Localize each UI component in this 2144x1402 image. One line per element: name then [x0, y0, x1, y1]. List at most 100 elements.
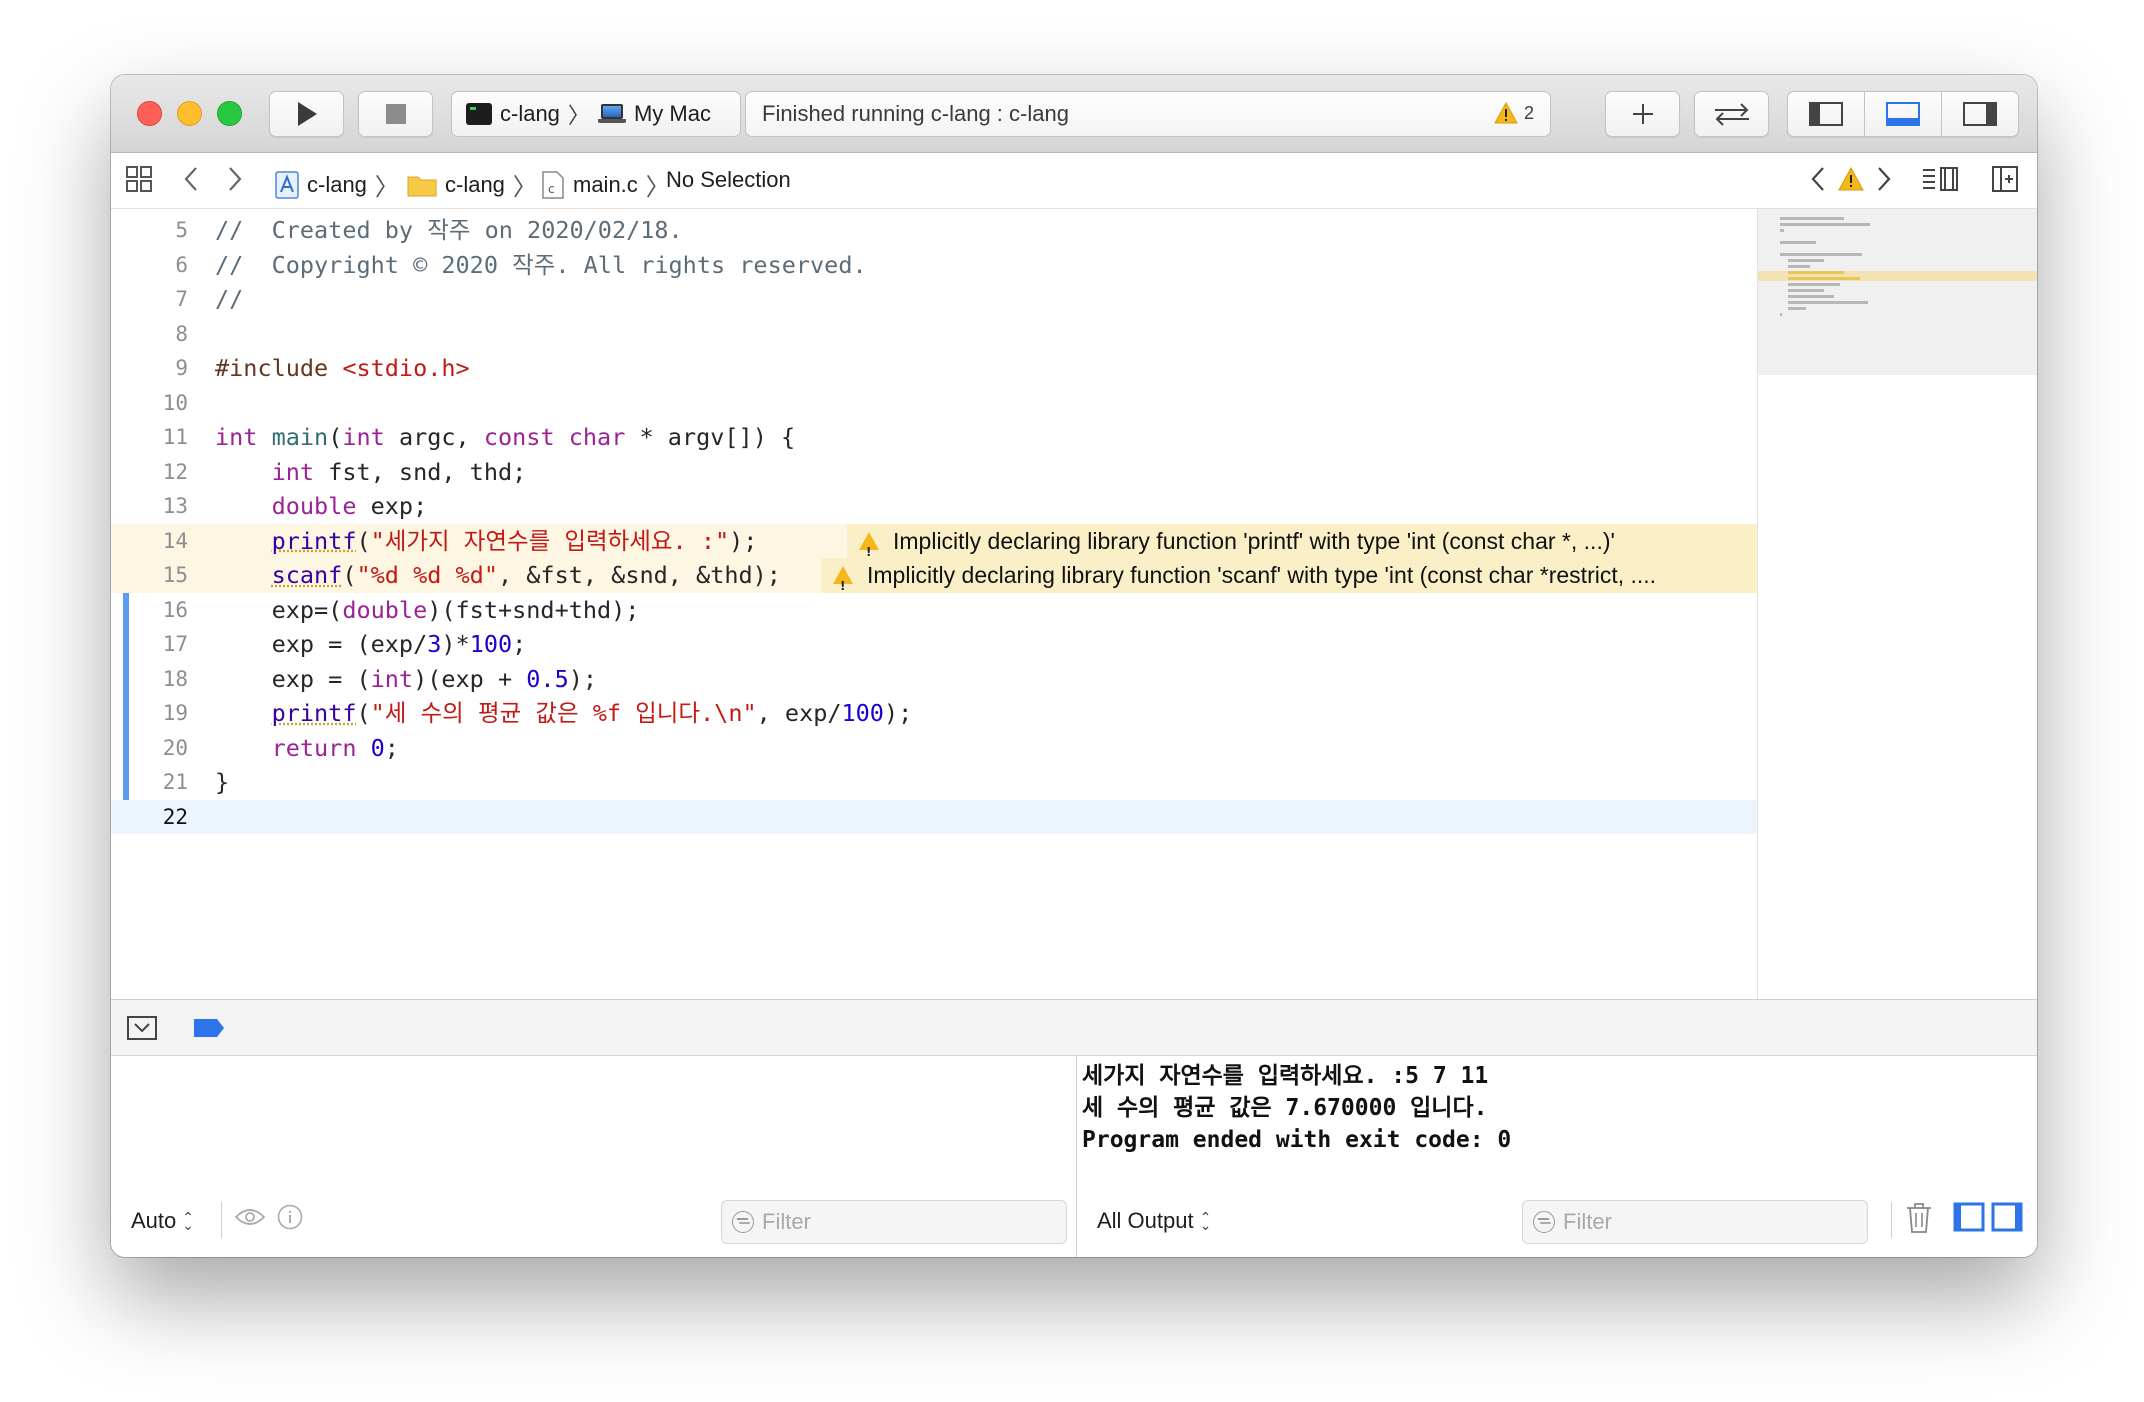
mac-device-icon [597, 104, 626, 124]
eye-icon [235, 1209, 265, 1225]
code-line[interactable]: 10 [111, 386, 1757, 421]
jumpbar-file-label: main.c [573, 171, 638, 197]
plus-icon [1632, 104, 1653, 124]
chevron-left-icon [1811, 167, 1824, 191]
stop-button[interactable] [358, 91, 433, 137]
code-line[interactable]: 21} [111, 765, 1757, 800]
xcode-window: c-lang 〉 My Mac Finished running c-lang … [111, 75, 2037, 1257]
code-line-warning[interactable]: 14 printf("세가지 자연수를 입력하세요. :"); Implicit… [111, 523, 1757, 558]
print-description-button[interactable] [277, 1204, 303, 1230]
breakpoints-toggle-button[interactable] [193, 1018, 225, 1038]
code-line[interactable]: 19 printf("세 수의 평균 값은 %f 입니다.\n", exp/10… [111, 696, 1757, 731]
updown-chevron-icon: ⌃ ⌄ [1199, 1209, 1212, 1233]
code-review-button[interactable] [1694, 91, 1769, 137]
jumpbar-file[interactable]: c main.c 〉 [541, 167, 670, 202]
jumpbar-project[interactable]: c-lang 〉 [275, 167, 399, 202]
jumpbar-group-label: c-lang [445, 171, 505, 197]
inline-warning-printf[interactable]: Implicitly declaring library function 'p… [847, 523, 1757, 558]
divider [1891, 1202, 1892, 1238]
chevron-right-icon: 〉 [374, 174, 399, 201]
stop-icon [385, 104, 406, 124]
scheme-selector[interactable]: c-lang 〉 My Mac [451, 91, 741, 137]
code-line[interactable]: 16 exp=(double)(fst+snd+thd); [111, 593, 1757, 628]
clear-console-button[interactable] [1905, 1202, 1933, 1234]
code-line[interactable]: 17 exp = (exp/3)*100; [111, 627, 1757, 662]
minimap[interactable] [1757, 209, 2037, 999]
warning-count-badge[interactable]: 2 [1494, 102, 1534, 124]
minimize-window-button[interactable] [177, 101, 202, 126]
quick-look-button[interactable] [235, 1206, 265, 1228]
minimap-line [1788, 265, 1810, 268]
code-line[interactable]: 8 [111, 317, 1757, 352]
variables-filter-field[interactable]: Filter [721, 1200, 1067, 1244]
line-code: // [215, 285, 244, 313]
code-line[interactable]: 20 return 0; [111, 731, 1757, 766]
minimap-visible-region[interactable] [1758, 209, 2037, 375]
line-number: 17 [162, 632, 188, 656]
filter-icon [1533, 1211, 1555, 1233]
line-code: int main(int argc, const char * argv[]) … [215, 423, 796, 451]
minimap-line [1788, 283, 1840, 286]
warning-message: Implicitly declaring library function 'p… [893, 527, 1615, 554]
variables-scope-label: Auto [131, 1208, 177, 1233]
chevron-right-icon [229, 167, 242, 191]
previous-issue-button[interactable] [1809, 165, 1827, 193]
variables-scope-select[interactable]: Auto ⌃ ⌄ [131, 1208, 194, 1234]
code-line[interactable]: 18 exp = (int)(exp + 0.5); [111, 662, 1757, 697]
forward-button[interactable] [225, 165, 245, 193]
close-window-button[interactable] [137, 101, 162, 126]
issue-warning-icon-button[interactable] [1838, 167, 1864, 191]
jumpbar-group[interactable]: c-lang 〉 [407, 167, 537, 202]
inline-warning-scanf[interactable]: Implicitly declaring library function 's… [821, 558, 1757, 593]
jumpbar-symbol[interactable]: No Selection [666, 167, 791, 193]
minimap-line [1780, 313, 1782, 316]
xcode-project-icon [275, 170, 299, 199]
show-variables-view-button[interactable] [1953, 1202, 1985, 1232]
code-line[interactable]: 6 // Copyright © 2020 작주. All rights rese… [111, 248, 1757, 283]
code-line-warning[interactable]: 15 scanf("%d %d %d", &fst, &snd, &thd); … [111, 558, 1757, 593]
minimap-line [1780, 253, 1862, 256]
toggle-debug-area-button[interactable] [1865, 92, 1942, 136]
line-code: exp = (exp/3)*100; [215, 630, 527, 658]
line-code: scanf("%d %d %d", &fst, &snd, &thd); [271, 561, 781, 589]
arrows-swap-icon [1714, 103, 1749, 126]
warning-count: 2 [1523, 102, 1534, 123]
terminal-app-icon [466, 103, 492, 125]
code-line[interactable]: 5 // Created by 작주 on 2020/02/18. [111, 213, 1757, 248]
code-line[interactable]: 11 int main(int argc, const char * argv[]… [111, 420, 1757, 455]
line-number: 5 [175, 218, 188, 242]
code-line[interactable]: 13 double exp; [111, 489, 1757, 524]
debug-bar [111, 999, 2037, 1056]
variables-view[interactable]: Auto ⌃ ⌄ Filter [111, 1056, 1077, 1257]
code-line-current[interactable]: 22 [111, 799, 1757, 834]
show-console-view-button[interactable] [1991, 1202, 2023, 1232]
back-button[interactable] [181, 165, 201, 193]
next-issue-button[interactable] [1875, 165, 1893, 193]
run-button[interactable] [269, 91, 344, 137]
toggle-inspector-button[interactable] [1942, 92, 2018, 136]
add-editor-button[interactable] [1991, 165, 2019, 193]
code-line[interactable]: 7 // [111, 282, 1757, 317]
activity-viewer[interactable]: Finished running c-lang : c-lang 2 [745, 91, 1551, 137]
line-number: 9 [175, 356, 188, 380]
line-code: #include <stdio.h> [215, 354, 470, 382]
zoom-window-button[interactable] [217, 101, 242, 126]
console-scope-label: All Output [1097, 1208, 1194, 1233]
line-code: // Copyright © 2020 작주. All rights reser… [215, 250, 867, 279]
jumpbar-project-label: c-lang [307, 171, 367, 197]
console-view[interactable]: 세가지 자연수를 입력하세요. :5 7 11 세 수의 평균 값은 7.670… [1077, 1056, 2037, 1257]
hide-debug-area-button[interactable] [127, 1016, 157, 1040]
c-source-file-icon: c [542, 170, 564, 199]
line-number: 21 [162, 770, 188, 794]
line-code: exp=(double)(fst+snd+thd); [215, 595, 640, 624]
code-line[interactable]: 12 int fst, snd, thd; [111, 455, 1757, 490]
source-editor[interactable]: 5 // Created by 작주 on 2020/02/18. 6 // Cop… [111, 209, 1757, 999]
related-items-button[interactable] [125, 165, 153, 193]
console-output-select[interactable]: All Output ⌃ ⌄ [1097, 1208, 1211, 1234]
console-filter-field[interactable]: Filter [1522, 1200, 1868, 1244]
toggle-navigator-button[interactable] [1788, 92, 1865, 136]
code-line[interactable]: 9 #include <stdio.h> [111, 351, 1757, 386]
editor-options-button[interactable] [1921, 165, 1961, 193]
library-button[interactable] [1605, 91, 1680, 137]
minimap-line [1788, 301, 1868, 304]
